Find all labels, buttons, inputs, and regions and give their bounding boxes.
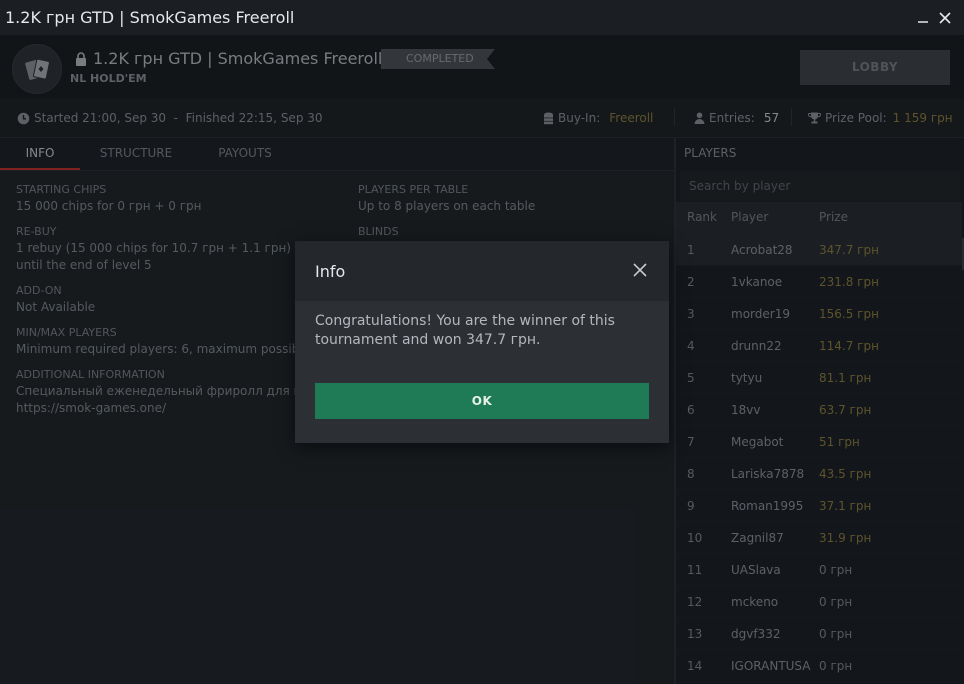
minimize-icon xyxy=(918,21,928,23)
close-icon[interactable] xyxy=(631,261,649,279)
dialog-title: Info xyxy=(315,262,346,281)
dialog-message: Congratulations! You are the winner of t… xyxy=(315,313,615,348)
ok-button[interactable]: OK xyxy=(315,383,649,419)
info-dialog: Info Congratulations! You are the winner… xyxy=(295,241,669,443)
minimize-button[interactable] xyxy=(913,7,933,27)
title-bar: 1.2K грн GTD | SmokGames Freeroll xyxy=(0,0,964,35)
close-icon xyxy=(939,12,951,24)
dialog-header: Info xyxy=(295,241,669,301)
window-title: 1.2K грн GTD | SmokGames Freeroll xyxy=(5,8,295,27)
close-button[interactable] xyxy=(935,7,955,27)
